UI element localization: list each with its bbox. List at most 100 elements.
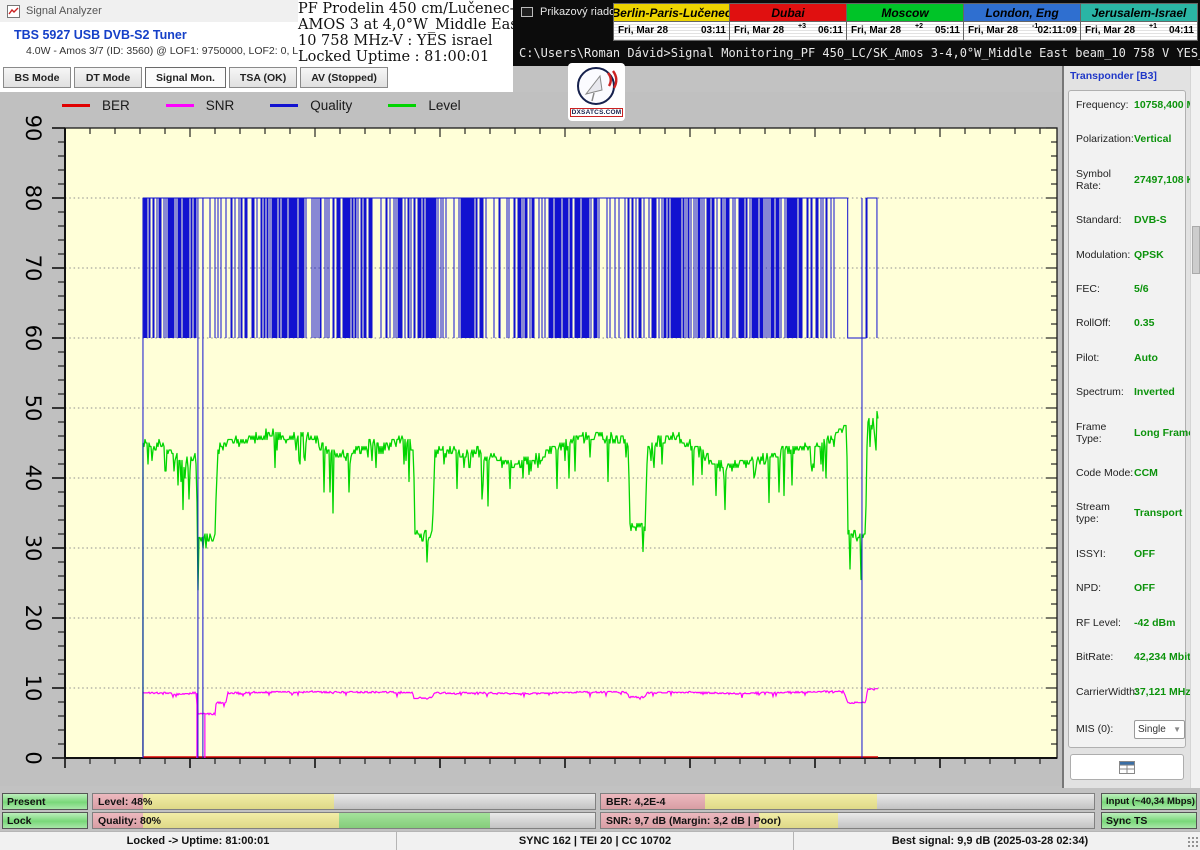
param-value: OFF — [1134, 548, 1155, 560]
resize-grip[interactable] — [1187, 836, 1198, 847]
param-row-symbol-rate-: Symbol Rate:27497,108 KS/s — [1076, 168, 1185, 192]
svg-text:80: 80 — [21, 185, 45, 212]
param-label: RF Level: — [1076, 617, 1134, 629]
clock-time: 04:11 — [1169, 25, 1194, 36]
param-label: Symbol Rate: — [1076, 168, 1134, 192]
param-label: Pilot: — [1076, 352, 1134, 364]
legend-swatch — [270, 104, 298, 107]
status-sync-counters: SYNC 162 | TEI 20 | CC 10702 — [397, 832, 794, 850]
svg-text:20: 20 — [21, 605, 45, 632]
annotation-block: PF Prodelin 450 cm/Lučenec-Slovakia AMOS… — [298, 0, 513, 66]
clock-city: London, Eng — [964, 3, 1081, 22]
terminal-window[interactable]: Prikazový riadok Berlin-Paris-LučenecFri… — [513, 0, 1200, 66]
param-label: Standard: — [1076, 214, 1134, 226]
param-label: BitRate: — [1076, 651, 1134, 663]
world-clocks: Berlin-Paris-LučenecFri, Mar 2803:11Duba… — [613, 3, 1198, 41]
scrollbar-thumb[interactable] — [1192, 226, 1200, 274]
clock-date: Fri, Mar 28 — [734, 25, 784, 36]
sync-ts-indicator: Sync TS — [1101, 812, 1197, 829]
param-value: DVB-S — [1134, 214, 1167, 226]
terminal-command-line[interactable]: C:\Users\Roman Dávid>Signal Monitoring_P… — [519, 46, 1200, 60]
clock-moscow: Moscow Fri, Mar 28 +2 05:11 — [847, 3, 964, 41]
clock-datetime: Fri, Mar 28-102:11:09 — [964, 22, 1081, 41]
param-row-issyi-: ISSYI:OFF — [1076, 548, 1185, 560]
mis-dropdown[interactable]: Single ▼ — [1134, 720, 1185, 739]
clock-time: 06:11 — [818, 25, 843, 36]
clock-time: 02:11:09 — [1038, 25, 1077, 36]
transponder-sidebar: Transponder [B3] Frequency:10758,400 MHz… — [1062, 66, 1190, 788]
terminal-titlebar: Prikazový riadok — [521, 6, 621, 18]
param-value: -42 dBm — [1134, 617, 1175, 629]
param-row-rolloff-: RollOff:0.35 — [1076, 317, 1185, 329]
clock-city: Jerusalem-Israel — [1081, 3, 1198, 22]
status-best-signal: Best signal: 9,9 dB (2025-03-28 02:34) — [794, 832, 1186, 850]
param-row-spectrum-: Spectrum:Inverted — [1076, 386, 1185, 398]
param-label: Modulation: — [1076, 249, 1134, 261]
ber-meter: BER: 4,2E-4 — [600, 793, 1095, 810]
meter-zone — [143, 794, 334, 809]
tuner-subtitle: 4.0W - Amos 3/7 (ID: 3560) @ LOF1: 97500… — [26, 45, 341, 57]
tab-dt-mode[interactable]: DT Mode — [74, 67, 142, 88]
meter-zone — [339, 813, 490, 828]
lock-indicator: Lock — [2, 812, 88, 829]
svg-text:10: 10 — [21, 675, 45, 702]
param-row-fec-: FEC:5/6 — [1076, 283, 1185, 295]
clock-datetime: Fri, Mar 28+104:11 — [1081, 22, 1198, 41]
param-value: CCM — [1134, 467, 1158, 479]
param-row-frequency-: Frequency:10758,400 MHz — [1076, 99, 1185, 111]
annotation-line-3: 10 758 MHz-V : YES israel — [298, 33, 513, 49]
dxsatcs-logo-text: DXSATCS.COM — [570, 108, 624, 117]
transponder-title: Transponder [B3] — [1070, 70, 1157, 82]
param-label: Spectrum: — [1076, 386, 1134, 398]
param-value: QPSK — [1134, 249, 1164, 261]
legend-item-ber: BER — [62, 98, 130, 113]
svg-text:90: 90 — [21, 115, 45, 142]
param-label: Stream type: — [1076, 501, 1134, 525]
clock-time: 05:11 — [935, 25, 960, 36]
clock-utc-offset: +2 — [915, 23, 923, 30]
param-value: Long Frame — [1134, 427, 1194, 439]
param-label: RollOff: — [1076, 317, 1134, 329]
meter-label: Level: 48% — [98, 796, 152, 808]
param-value: 0.35 — [1134, 317, 1154, 329]
status-lock-uptime: Locked -> Uptime: 81:00:01 — [0, 832, 397, 850]
transponder-panel: Frequency:10758,400 MHzPolarization:Vert… — [1068, 90, 1186, 748]
present-indicator: Present — [2, 793, 88, 810]
svg-text:0: 0 — [21, 751, 45, 764]
status-bar: Locked -> Uptime: 81:00:01 SYNC 162 | TE… — [0, 831, 1200, 850]
param-value: Auto — [1134, 352, 1158, 364]
legend-label: Quality — [310, 98, 352, 113]
clock-date: Fri, Mar 28 — [851, 25, 901, 36]
clock-dubai: DubaiFri, Mar 28+306:11 — [730, 3, 847, 41]
param-row-pilot-: Pilot:Auto — [1076, 352, 1185, 364]
clock-city: Berlin-Paris-Lučenec — [613, 3, 730, 22]
legend-swatch — [388, 104, 416, 107]
legend-swatch — [62, 104, 90, 107]
chevron-down-icon: ▼ — [1173, 725, 1181, 734]
param-label: Frame Type: — [1076, 421, 1134, 445]
param-value: Inverted — [1134, 386, 1175, 398]
export-button[interactable] — [1070, 754, 1184, 780]
clock-london-eng: London, EngFri, Mar 28-102:11:09 — [964, 3, 1081, 41]
legend-label: Level — [428, 98, 460, 113]
table-icon — [1119, 761, 1135, 774]
clock-jerusalem-israel: Jerusalem-IsraelFri, Mar 28+104:11 — [1081, 3, 1198, 41]
chart-legend: BERSNRQualityLevel — [62, 98, 461, 113]
clock-city: Moscow — [847, 3, 964, 22]
tab-bs-mode[interactable]: BS Mode — [3, 67, 71, 88]
signal-analyzer-icon — [7, 5, 20, 18]
clock-utc-offset: +1 — [1149, 23, 1157, 30]
svg-text:60: 60 — [21, 325, 45, 352]
svg-text:50: 50 — [21, 395, 45, 422]
param-row-bitrate-: BitRate:42,234 Mbit/s — [1076, 651, 1185, 663]
mis-value: Single — [1138, 724, 1166, 735]
tab-signal-mon-[interactable]: Signal Mon. — [145, 67, 226, 88]
param-label: Code Mode: — [1076, 467, 1134, 479]
sidebar-scrollbar[interactable] — [1190, 66, 1200, 788]
tab-av-stopped-[interactable]: AV (Stopped) — [300, 67, 388, 88]
param-row-rf-level-: RF Level:-42 dBm — [1076, 617, 1185, 629]
clock-utc-offset: +3 — [798, 23, 806, 30]
clock-datetime: Fri, Mar 28 +3 06:11 — [730, 22, 847, 41]
tab-tsa-ok-[interactable]: TSA (OK) — [229, 67, 297, 88]
clock-berlin-paris-lu-enec: Berlin-Paris-LučenecFri, Mar 2803:11 — [613, 3, 730, 41]
